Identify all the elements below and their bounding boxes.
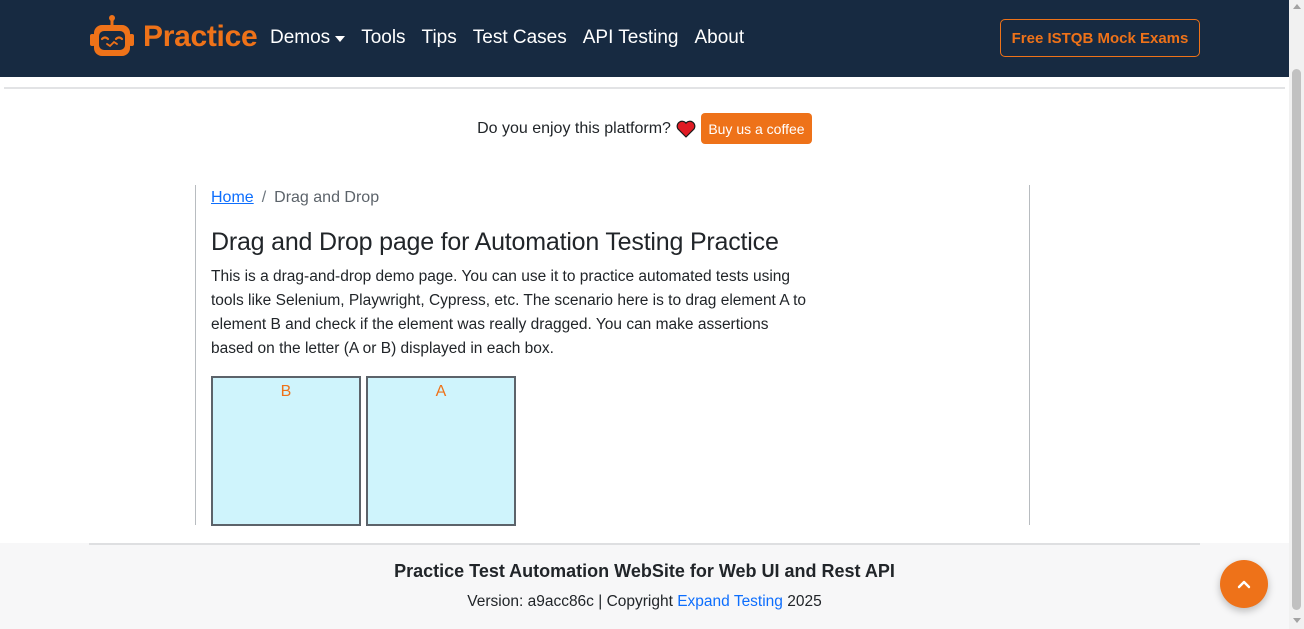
brand-name: Practice: [143, 20, 258, 53]
footer-year: 2025: [787, 593, 822, 610]
istqb-mock-exams-button[interactable]: Free ISTQB Mock Exams: [1000, 19, 1200, 57]
chevron-up-icon: [1237, 580, 1251, 589]
buy-coffee-button[interactable]: Buy us a coffee: [700, 113, 812, 144]
heart-icon: [676, 120, 696, 138]
main-nav: Demos Tools Tips Test Cases API Testing …: [270, 27, 760, 49]
scroll-down-arrow-icon[interactable]: [1293, 618, 1301, 623]
support-banner: Do you enjoy this platform? Buy us a cof…: [0, 113, 1289, 144]
footer-meta: Version: a9acc86c | Copyright Expand Tes…: [0, 593, 1289, 611]
expand-testing-link[interactable]: Expand Testing: [677, 593, 783, 610]
support-question: Do you enjoy this platform?: [477, 119, 671, 137]
breadcrumb-separator: /: [261, 189, 267, 206]
breadcrumb-home-link[interactable]: Home: [211, 189, 254, 207]
nav-about[interactable]: About: [695, 27, 745, 49]
breadcrumb-current: Drag and Drop: [274, 189, 380, 206]
nav-api-testing[interactable]: API Testing: [583, 27, 679, 49]
drag-box-a[interactable]: A: [366, 376, 516, 526]
nav-tips[interactable]: Tips: [422, 27, 457, 49]
back-to-top-button[interactable]: [1220, 560, 1268, 608]
drag-box-b[interactable]: B: [211, 376, 361, 526]
breadcrumb: Home / Drag and Drop: [211, 189, 379, 207]
brand-link[interactable]: Practice: [89, 14, 258, 60]
nav-test-cases[interactable]: Test Cases: [473, 27, 567, 49]
footer: Practice Test Automation WebSite for Web…: [0, 543, 1289, 629]
page-scrollbar[interactable]: [1289, 0, 1304, 629]
main-content: Home / Drag and Drop Drag and Drop page …: [195, 185, 1030, 526]
top-navbar: Practice Demos Tools Tips Test Cases API…: [0, 0, 1289, 77]
footer-title: Practice Test Automation WebSite for Web…: [394, 561, 895, 581]
drag-box-label: B: [280, 383, 292, 400]
drag-drop-area: B A: [211, 376, 521, 526]
page-intro: This is a drag-and-drop demo page. You c…: [211, 268, 807, 357]
scrollbar-thumb[interactable]: [1292, 69, 1301, 610]
footer-version: Version: a9acc86c | Copyright: [467, 593, 673, 610]
caret-down-icon: [335, 36, 346, 42]
drag-box-label: A: [435, 383, 447, 400]
nav-demos-dropdown[interactable]: Demos: [270, 27, 346, 49]
robot-logo-icon: [90, 15, 134, 56]
nav-demos-label: Demos: [270, 27, 331, 48]
divider: [4, 87, 1285, 89]
footer-divider: [89, 543, 1200, 545]
scroll-up-arrow-icon[interactable]: [1293, 4, 1301, 9]
page-title: Drag and Drop page for Automation Testin…: [211, 228, 779, 256]
nav-tools[interactable]: Tools: [361, 27, 405, 49]
